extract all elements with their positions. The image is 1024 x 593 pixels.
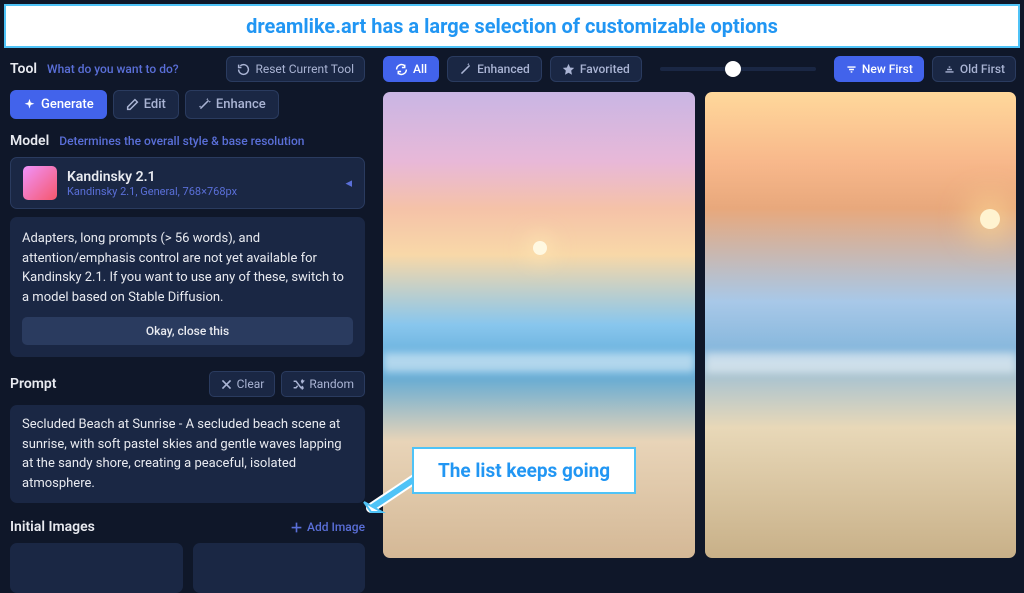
random-label: Random bbox=[309, 377, 354, 391]
sort-old-button[interactable]: Old First bbox=[932, 56, 1016, 82]
clear-prompt-button[interactable]: Clear bbox=[209, 371, 276, 397]
refresh-icon bbox=[395, 63, 408, 76]
close-notice-button[interactable]: Okay, close this bbox=[22, 317, 353, 345]
prompt-input[interactable]: Secluded Beach at Sunrise - A secluded b… bbox=[10, 405, 365, 503]
filter-enhanced-button[interactable]: Enhanced bbox=[447, 56, 542, 82]
model-hint: Determines the overall style & base reso… bbox=[59, 134, 304, 148]
filter-all-button[interactable]: All bbox=[383, 56, 439, 82]
sun-graphic bbox=[980, 209, 1000, 229]
prompt-header: Prompt Clear Random bbox=[10, 371, 365, 397]
model-selector[interactable]: Kandinsky 2.1 Kandinsky 2.1, General, 76… bbox=[10, 157, 365, 209]
edit-label: Edit bbox=[144, 97, 166, 112]
generate-label: Generate bbox=[41, 97, 94, 112]
sun-graphic bbox=[533, 241, 547, 255]
image-slot[interactable] bbox=[10, 543, 183, 593]
sparkle-icon bbox=[23, 98, 36, 111]
shuffle-icon bbox=[292, 378, 305, 391]
prompt-label: Prompt bbox=[10, 376, 203, 392]
initial-images-label: Initial Images bbox=[10, 519, 95, 535]
slider-thumb[interactable] bbox=[725, 61, 741, 77]
sort-asc-icon bbox=[943, 63, 956, 76]
zoom-slider[interactable] bbox=[660, 67, 816, 71]
tool-section-header: Tool What do you want to do? Reset Curre… bbox=[10, 56, 365, 82]
generate-button[interactable]: Generate bbox=[10, 90, 107, 119]
wand-icon bbox=[198, 98, 211, 111]
wave-graphic bbox=[705, 353, 1017, 373]
model-name: Kandinsky 2.1 bbox=[67, 169, 335, 185]
model-details: Kandinsky 2.1, General, 768×768px bbox=[67, 185, 335, 198]
notice-text: Adapters, long prompts (> 56 words), and… bbox=[22, 229, 353, 307]
sort-new-button[interactable]: New First bbox=[834, 56, 924, 82]
x-icon bbox=[220, 378, 233, 391]
reset-tool-button[interactable]: Reset Current Tool bbox=[226, 56, 365, 82]
new-first-label: New First bbox=[862, 62, 913, 76]
sort-desc-icon bbox=[845, 63, 858, 76]
wand-icon bbox=[459, 63, 472, 76]
prompt-text: Secluded Beach at Sunrise - A secluded b… bbox=[22, 415, 353, 493]
image-slot[interactable] bbox=[193, 543, 366, 593]
initial-images-header: Initial Images Add Image bbox=[10, 519, 365, 535]
model-label: Model bbox=[10, 133, 49, 149]
add-image-button[interactable]: Add Image bbox=[290, 520, 365, 534]
tool-buttons: Generate Edit Enhance bbox=[10, 90, 365, 119]
all-label: All bbox=[413, 62, 427, 76]
tool-label: Tool bbox=[10, 61, 37, 77]
add-image-label: Add Image bbox=[307, 520, 365, 534]
enhance-label: Enhance bbox=[216, 97, 266, 112]
annotation-callout: The list keeps going bbox=[412, 447, 636, 494]
image-slots bbox=[10, 543, 365, 593]
old-first-label: Old First bbox=[960, 62, 1005, 76]
favorited-label: Favorited bbox=[580, 62, 630, 76]
filter-favorited-button[interactable]: Favorited bbox=[550, 56, 642, 82]
enhance-button[interactable]: Enhance bbox=[185, 90, 279, 119]
pencil-icon bbox=[126, 98, 139, 111]
clear-label: Clear bbox=[237, 377, 265, 391]
gallery-image[interactable] bbox=[705, 92, 1017, 558]
chevron-left-icon: ◂ bbox=[345, 176, 352, 191]
model-thumbnail bbox=[23, 166, 57, 200]
reset-icon bbox=[237, 63, 250, 76]
sidebar: Tool What do you want to do? Reset Curre… bbox=[0, 50, 375, 562]
plus-icon bbox=[290, 521, 303, 534]
annotation-header: dreamlike.art has a large selection of c… bbox=[4, 4, 1020, 48]
model-info: Kandinsky 2.1 Kandinsky 2.1, General, 76… bbox=[67, 169, 335, 198]
model-notice: Adapters, long prompts (> 56 words), and… bbox=[10, 217, 365, 357]
model-section-header: Model Determines the overall style & bas… bbox=[10, 133, 365, 149]
wave-graphic bbox=[383, 353, 695, 373]
star-icon bbox=[562, 63, 575, 76]
enhanced-label: Enhanced bbox=[477, 62, 530, 76]
filter-bar: All Enhanced Favorited New First Old Fir… bbox=[375, 50, 1024, 88]
tool-hint: What do you want to do? bbox=[47, 62, 179, 76]
random-prompt-button[interactable]: Random bbox=[281, 371, 365, 397]
edit-button[interactable]: Edit bbox=[113, 90, 179, 119]
reset-label: Reset Current Tool bbox=[255, 62, 354, 76]
